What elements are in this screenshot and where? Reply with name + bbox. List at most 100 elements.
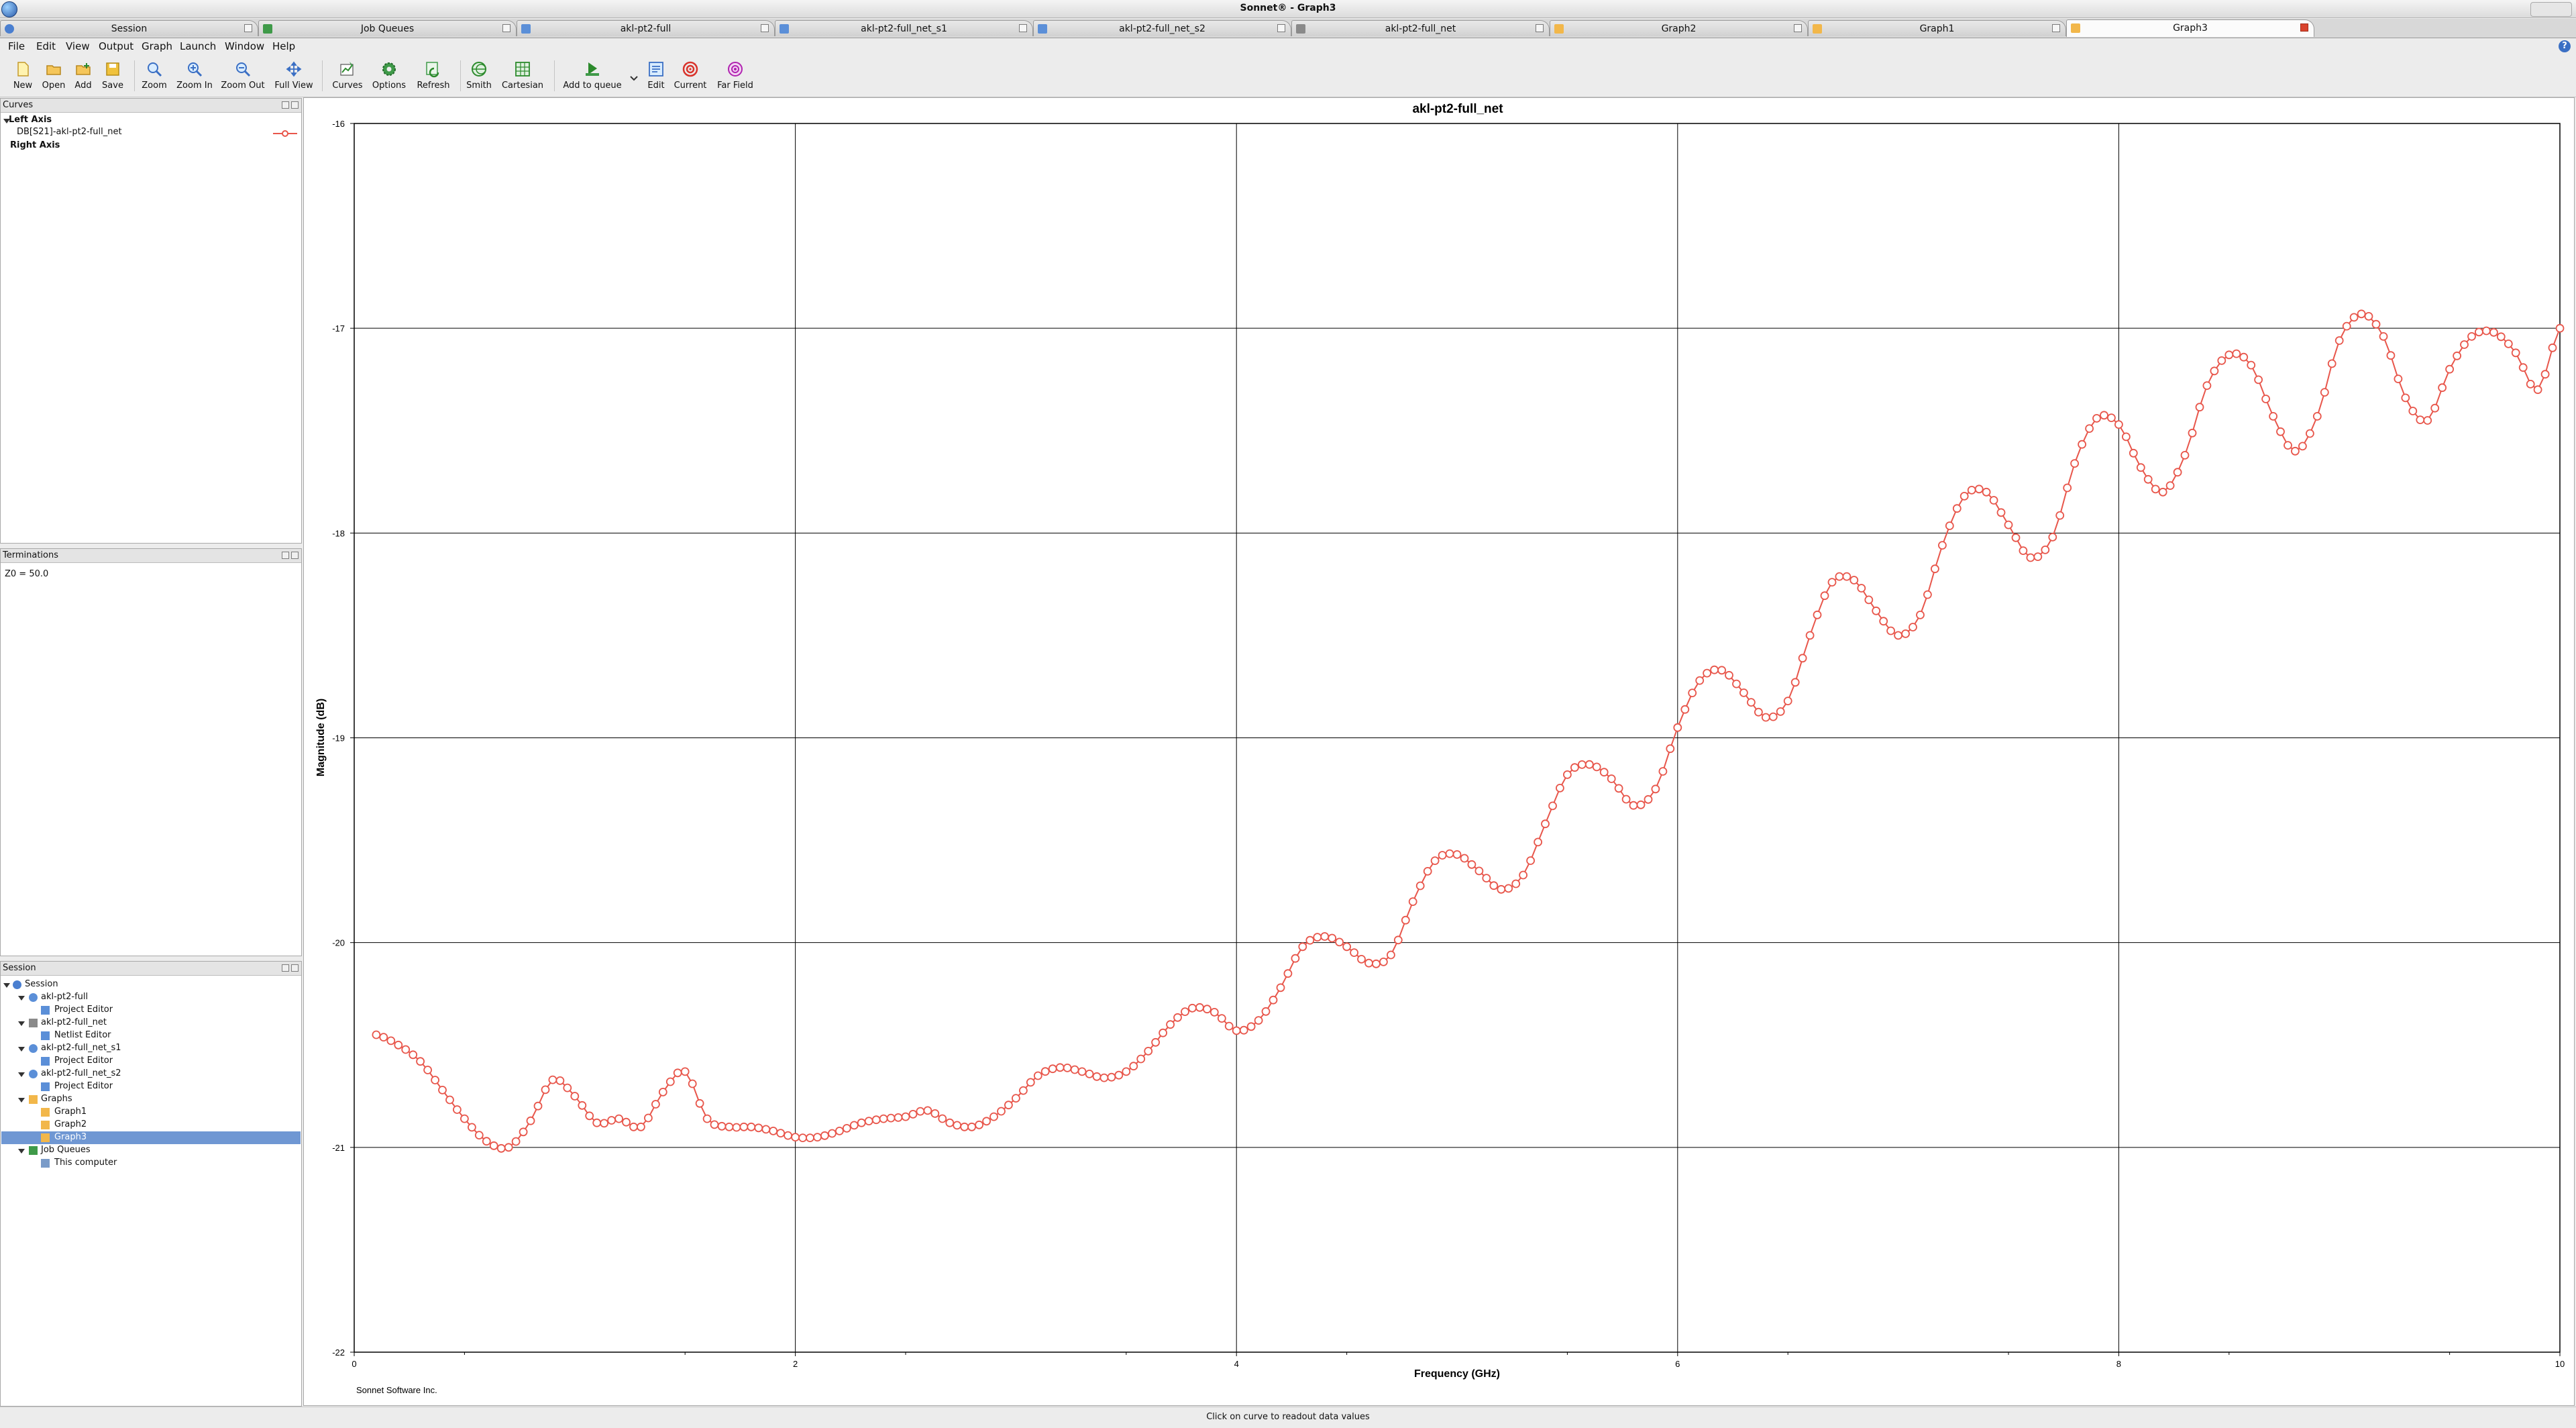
graph-view[interactable]: akl-pt2-full_net -16 -17 -18 -19 -20 -21 -22 0… — [303, 97, 2575, 1406]
tree-project-akl-pt2-full[interactable]: akl-pt2-full — [41, 992, 88, 1002]
data-point — [1658, 767, 1668, 776]
menu-output[interactable]: Output — [99, 40, 133, 52]
expand-icon[interactable] — [3, 983, 10, 988]
new-button[interactable]: New — [9, 60, 36, 94]
tree-graph2[interactable]: Graph2 — [54, 1119, 87, 1129]
save-button[interactable]: Save — [99, 60, 126, 94]
data-point — [1364, 958, 1373, 968]
menu-window[interactable]: Window — [225, 40, 264, 52]
tree-graph1[interactable]: Graph1 — [54, 1107, 87, 1117]
restore-icon[interactable] — [282, 552, 289, 559]
close-icon[interactable] — [2052, 24, 2060, 32]
tab-akl-pt2-full[interactable]: akl-pt2-full — [517, 20, 775, 36]
data-point — [2438, 383, 2447, 393]
zoom-out-button[interactable]: Zoom Out — [219, 60, 267, 94]
add-to-queue-button[interactable]: Add to queue — [561, 60, 624, 94]
expand-icon[interactable] — [18, 1149, 25, 1154]
tab-job-queues[interactable]: Job Queues — [258, 20, 517, 36]
tree-project-akl-pt2-full-net-s2[interactable]: akl-pt2-full_net_s2 — [41, 1068, 121, 1078]
expand-icon[interactable] — [18, 1047, 25, 1052]
close-icon[interactable] — [502, 24, 511, 32]
tree-this-computer[interactable]: This computer — [54, 1158, 117, 1168]
menu-help[interactable]: Help — [272, 40, 295, 52]
tree-project-editor[interactable]: Project Editor — [54, 1005, 113, 1015]
cartesian-button[interactable]: Cartesian — [499, 60, 546, 94]
menu-file[interactable]: File — [8, 40, 25, 52]
zoom-in-button[interactable]: Zoom In — [176, 60, 213, 94]
tab-akl-pt2-full-net-s2[interactable]: akl-pt2-full_net_s2 — [1033, 20, 1291, 36]
close-icon[interactable] — [244, 24, 252, 32]
data-point — [2188, 428, 2197, 438]
tree-netlist-editor[interactable]: Netlist Editor — [54, 1030, 111, 1040]
open-button[interactable]: Open — [40, 60, 67, 94]
expand-icon[interactable] — [18, 1072, 25, 1077]
tab-graph3[interactable]: Graph3 — [2066, 19, 2314, 37]
window-controls[interactable] — [2530, 2, 2572, 17]
tree-project-akl-pt2-full-net-s1[interactable]: akl-pt2-full_net_s1 — [41, 1043, 121, 1053]
add-to-queue-dropdown[interactable] — [629, 60, 639, 94]
data-point — [570, 1092, 580, 1101]
tree-graphs[interactable]: Graphs — [41, 1094, 72, 1104]
data-point — [1085, 1070, 1094, 1078]
data-point — [982, 1117, 991, 1126]
data-point — [1188, 1003, 1197, 1013]
menu-view[interactable]: View — [66, 40, 90, 52]
tree-project-editor[interactable]: Project Editor — [54, 1056, 113, 1066]
s-parameter-chart[interactable]: akl-pt2-full_net -16 -17 -18 -19 -20 -21 -22 0… — [304, 98, 2574, 1405]
data-point — [1144, 1047, 1153, 1056]
close-icon[interactable] — [291, 964, 299, 972]
close-icon[interactable] — [1536, 24, 1544, 32]
close-icon[interactable] — [761, 24, 769, 32]
full-view-button[interactable]: Full View — [272, 60, 315, 94]
expand-icon[interactable] — [18, 1098, 25, 1103]
help-icon[interactable]: ? — [2559, 40, 2571, 52]
options-button[interactable]: Options — [370, 60, 408, 94]
data-point — [886, 1113, 896, 1123]
close-icon[interactable] — [1019, 24, 1027, 32]
tab-graph1[interactable]: Graph1 — [1808, 20, 2066, 36]
zoom-button[interactable]: Zoom — [140, 60, 169, 94]
tab-graph2[interactable]: Graph2 — [1550, 20, 1808, 36]
data-point — [1761, 713, 1770, 722]
curves-button[interactable]: Curves — [329, 60, 366, 94]
close-icon[interactable] — [1277, 24, 1285, 32]
tree-project-editor[interactable]: Project Editor — [54, 1081, 113, 1091]
toolbar-separator — [322, 60, 323, 91]
restore-icon[interactable] — [282, 964, 289, 972]
curve-name[interactable]: DB[S21]-akl-pt2-full_net — [17, 127, 122, 137]
data-point — [784, 1131, 792, 1140]
data-point — [1254, 1016, 1263, 1025]
smith-button[interactable]: Smith — [464, 60, 494, 94]
tree-project-akl-pt2-full-net[interactable]: akl-pt2-full_net — [41, 1017, 107, 1027]
menu-edit[interactable]: Edit — [36, 40, 56, 52]
close-icon[interactable] — [291, 101, 299, 109]
restore-icon[interactable] — [282, 101, 289, 109]
data-point — [1725, 670, 1733, 680]
data-point — [658, 1088, 667, 1096]
add-button[interactable]: Add — [71, 60, 95, 94]
data-point — [2371, 319, 2381, 329]
menu-graph[interactable]: Graph — [142, 40, 172, 52]
tab-session[interactable]: Session — [0, 20, 258, 36]
close-icon[interactable] — [2300, 23, 2308, 32]
data-point — [1695, 676, 1705, 685]
data-point — [1305, 935, 1315, 945]
data-point — [2357, 309, 2366, 319]
data-point — [1937, 541, 1947, 550]
tree-job-queues[interactable]: Job Queues — [41, 1145, 91, 1155]
tab-akl-pt2-full-net-s1[interactable]: akl-pt2-full_net_s1 — [775, 20, 1033, 36]
tree-graph3[interactable]: Graph3 — [54, 1132, 87, 1142]
far-field-button[interactable]: Far Field — [714, 60, 757, 94]
refresh-button[interactable]: Refresh — [413, 60, 453, 94]
session-root[interactable]: Session — [25, 979, 58, 989]
expand-icon[interactable] — [18, 1021, 25, 1026]
edit-button[interactable]: Edit — [643, 60, 669, 94]
menu-launch[interactable]: Launch — [180, 40, 216, 52]
current-button[interactable]: Current — [672, 60, 708, 94]
data-point — [1996, 508, 2006, 517]
close-icon[interactable] — [291, 552, 299, 559]
tab-akl-pt2-full-net[interactable]: akl-pt2-full_net — [1291, 20, 1550, 36]
close-icon[interactable] — [1794, 24, 1802, 32]
expand-icon[interactable] — [18, 996, 25, 1001]
data-point — [1107, 1072, 1116, 1082]
